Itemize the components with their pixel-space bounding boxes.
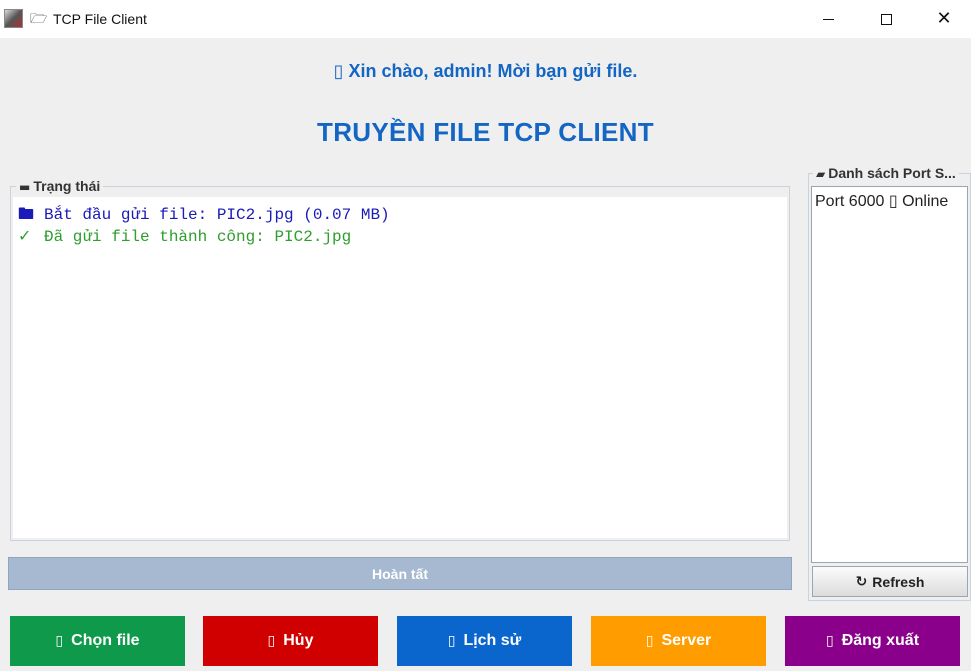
window-title: TCP File Client xyxy=(53,11,147,27)
port-list-panel: ▰ Danh sách Port S... Port 6000 ▯ Online … xyxy=(808,165,971,601)
choose-file-label: Chọn file xyxy=(71,632,140,649)
history-button[interactable]: ▯ Lịch sử xyxy=(397,616,572,666)
check-icon: ✓ xyxy=(18,226,32,245)
refresh-label: Refresh xyxy=(872,573,925,590)
status-legend: ▬ Trạng thái xyxy=(16,178,104,195)
server-label: Server xyxy=(661,632,712,649)
close-icon: ✕ xyxy=(936,8,952,29)
log-line: ✓ Đã gửi file thành công: PIC2.jpg xyxy=(18,225,782,247)
scroll-icon: ▬ xyxy=(19,180,31,194)
folder-icon: 🗁 xyxy=(30,11,48,27)
server-icon: ▯ xyxy=(645,633,654,649)
port-list-item[interactable]: Port 6000 ▯ Online xyxy=(815,193,964,211)
log-text: Đã gửi file thành công: PIC2.jpg xyxy=(44,228,352,246)
choose-file-button[interactable]: ▯ Chọn file xyxy=(10,616,185,666)
minimize-icon xyxy=(822,18,834,20)
logout-label: Đăng xuất xyxy=(841,632,920,649)
history-label: Lịch sử xyxy=(463,632,522,649)
log-text: Bắt đầu gửi file: PIC2.jpg (0.07 MB) xyxy=(44,206,390,224)
port-legend: ▰ Danh sách Port S... xyxy=(813,165,959,182)
close-button[interactable]: ✕ xyxy=(915,0,971,38)
status-legend-label: Trạng thái xyxy=(33,178,101,194)
folder-open-icon: 🖿 xyxy=(18,204,35,223)
cancel-icon: ▯ xyxy=(267,633,276,649)
progress-bar: Hoàn tất xyxy=(8,557,792,590)
status-log[interactable]: 🖿 Bắt đầu gửi file: PIC2.jpg (0.07 MB) ✓ Đ… xyxy=(13,197,787,538)
app-icon[interactable] xyxy=(4,9,23,28)
refresh-button[interactable]: ↻ Refresh xyxy=(812,566,968,597)
cancel-label: Hủy xyxy=(283,632,314,649)
server-button[interactable]: ▯ Server xyxy=(591,616,766,666)
port-legend-label: Danh sách Port S... xyxy=(828,165,956,181)
maximize-button[interactable] xyxy=(857,0,915,38)
satellite-icon: ▰ xyxy=(816,167,826,181)
progress-label: Hoàn tất xyxy=(372,565,428,582)
logout-button[interactable]: ▯ Đăng xuất xyxy=(785,616,960,666)
port-list[interactable]: Port 6000 ▯ Online xyxy=(811,186,968,563)
refresh-icon: ↻ xyxy=(855,573,868,590)
maximize-icon xyxy=(880,13,892,25)
logout-icon: ▯ xyxy=(825,633,834,649)
log-line: 🖿 Bắt đầu gửi file: PIC2.jpg (0.07 MB) xyxy=(18,203,782,225)
cancel-button[interactable]: ▯ Hủy xyxy=(203,616,378,666)
status-panel: ▬ Trạng thái 🖿 Bắt đầu gửi file: PIC2.jpg … xyxy=(10,178,790,541)
page-title: TRUYỀN FILE TCP CLIENT xyxy=(317,117,654,147)
title-bar: 🗁 TCP File Client ✕ xyxy=(0,0,971,38)
file-icon: ▯ xyxy=(55,633,64,649)
minimize-button[interactable] xyxy=(799,0,857,38)
greeting-text: ▯ Xin chào, admin! Mời bạn gửi file. xyxy=(333,61,638,81)
history-icon: ▯ xyxy=(447,633,456,649)
